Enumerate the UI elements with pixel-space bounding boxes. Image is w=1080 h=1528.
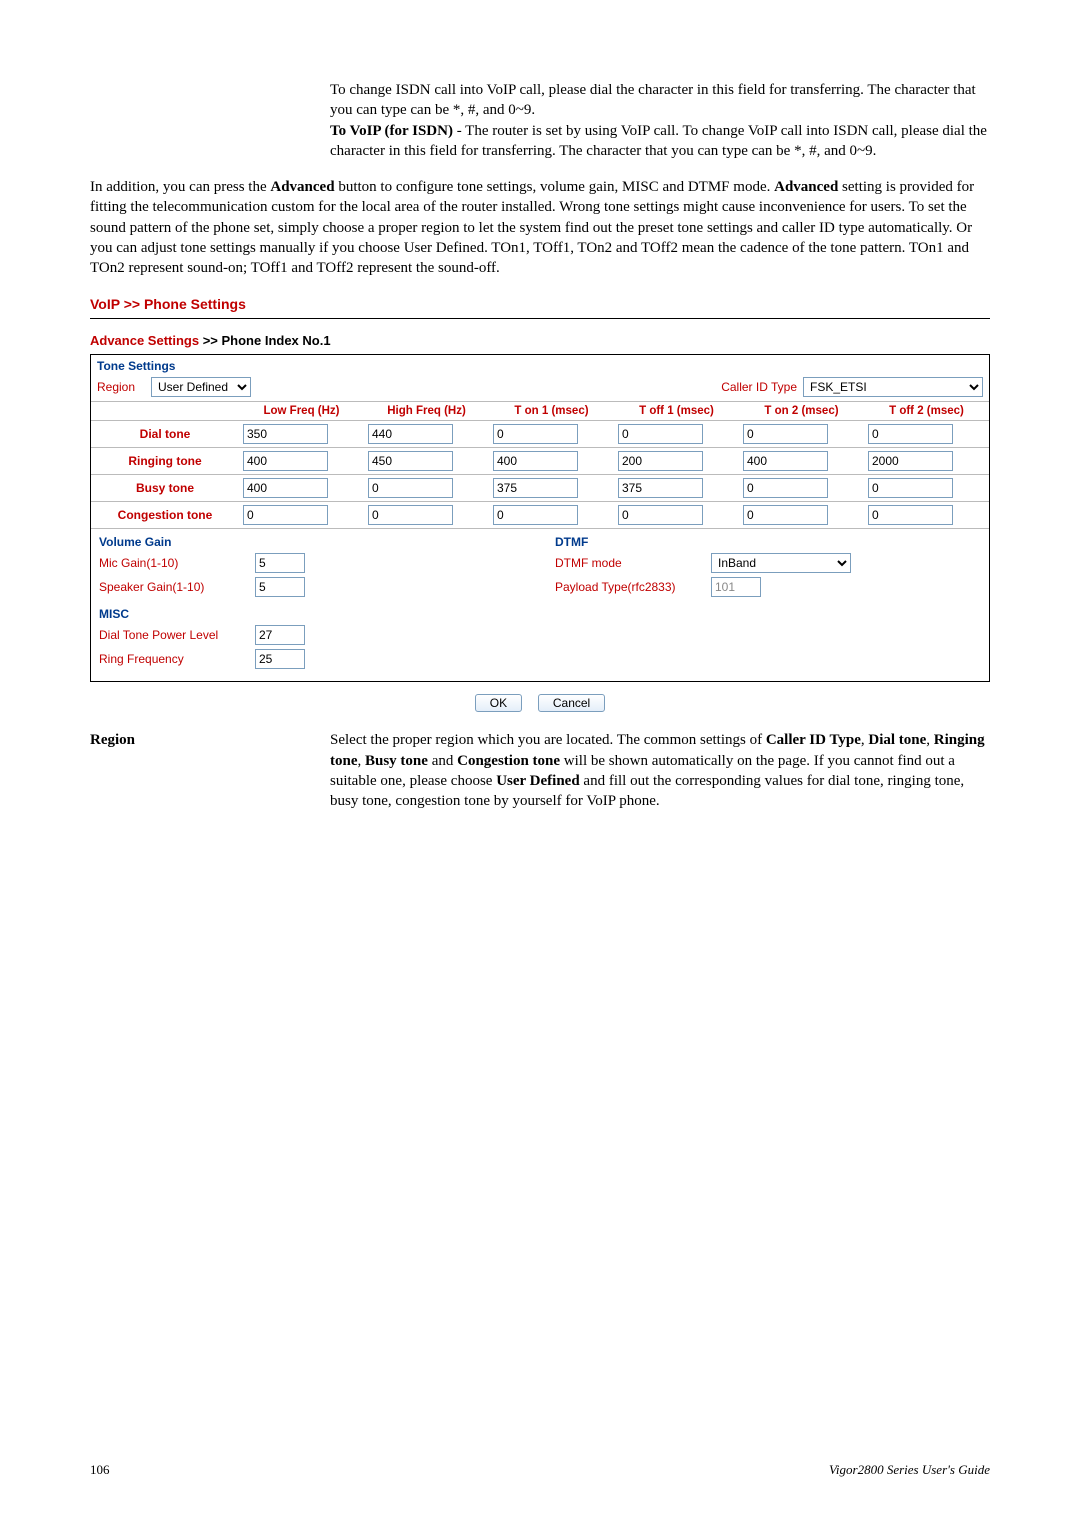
ring-toff1[interactable] bbox=[618, 451, 703, 471]
speaker-gain-input[interactable] bbox=[255, 577, 305, 597]
page-number: 106 bbox=[90, 1462, 110, 1478]
dial-tone-power-label: Dial Tone Power Level bbox=[99, 628, 249, 642]
dtmf-col: DTMF DTMF mode InBand Payload Type(rfc28… bbox=[555, 535, 981, 601]
busy-low[interactable] bbox=[243, 478, 328, 498]
cong-low[interactable] bbox=[243, 505, 328, 525]
th-high: High Freq (Hz) bbox=[364, 402, 489, 421]
cancel-button[interactable]: Cancel bbox=[538, 694, 605, 712]
ring-high[interactable] bbox=[368, 451, 453, 471]
misc-label: MISC bbox=[99, 607, 981, 621]
payload-label: Payload Type(rfc2833) bbox=[555, 580, 705, 594]
settings-panel: Tone Settings Region User Defined Caller… bbox=[90, 354, 990, 682]
table-row: Congestion tone bbox=[91, 502, 989, 529]
th-toff1: T off 1 (msec) bbox=[614, 402, 739, 421]
region-term: Region bbox=[90, 730, 330, 811]
misc-section: MISC Dial Tone Power Level Ring Frequenc… bbox=[91, 603, 989, 681]
ok-button[interactable]: OK bbox=[475, 694, 522, 712]
cong-ton1[interactable] bbox=[493, 505, 578, 525]
volume-gain-label: Volume Gain bbox=[99, 535, 525, 549]
guide-name: Vigor2800 Series User's Guide bbox=[829, 1462, 990, 1478]
table-row: Busy tone bbox=[91, 475, 989, 502]
region-select[interactable]: User Defined bbox=[151, 377, 251, 397]
dial-ton2[interactable] bbox=[743, 424, 828, 444]
dial-high[interactable] bbox=[368, 424, 453, 444]
busy-toff1[interactable] bbox=[618, 478, 703, 498]
dtmf-label: DTMF bbox=[555, 535, 981, 549]
busy-ton2[interactable] bbox=[743, 478, 828, 498]
ring-freq-label: Ring Frequency bbox=[99, 652, 249, 666]
tone-table: Low Freq (Hz) High Freq (Hz) T on 1 (mse… bbox=[91, 401, 989, 528]
busy-ton1[interactable] bbox=[493, 478, 578, 498]
mic-gain-label: Mic Gain(1-10) bbox=[99, 556, 249, 570]
table-row: Ringing tone bbox=[91, 448, 989, 475]
dial-tone-power-input[interactable] bbox=[255, 625, 305, 645]
th-low: Low Freq (Hz) bbox=[239, 402, 364, 421]
busy-toff2[interactable] bbox=[868, 478, 953, 498]
intro-block: To change ISDN call into VoIP call, plea… bbox=[330, 80, 990, 161]
th-toff2: T off 2 (msec) bbox=[864, 402, 989, 421]
region-def: Select the proper region which you are l… bbox=[330, 730, 990, 811]
th-ton1: T on 1 (msec) bbox=[489, 402, 614, 421]
ring-toff2[interactable] bbox=[868, 451, 953, 471]
divider bbox=[90, 318, 990, 319]
page-title: VoIP >> Phone Settings bbox=[90, 296, 990, 312]
region-definition: Region Select the proper region which yo… bbox=[90, 730, 990, 811]
speaker-gain-label: Speaker Gain(1-10) bbox=[99, 580, 249, 594]
dial-toff2[interactable] bbox=[868, 424, 953, 444]
payload-input bbox=[711, 577, 761, 597]
ring-ton1[interactable] bbox=[493, 451, 578, 471]
cong-high[interactable] bbox=[368, 505, 453, 525]
table-row: Dial tone bbox=[91, 421, 989, 448]
intro-p1a: To change ISDN call into VoIP call, plea… bbox=[330, 82, 976, 118]
cong-toff2[interactable] bbox=[868, 505, 953, 525]
intro-p1b-bold: To VoIP (for ISDN) bbox=[330, 123, 453, 139]
dial-toff1[interactable] bbox=[618, 424, 703, 444]
volume-gain-col: Volume Gain Mic Gain(1-10) Speaker Gain(… bbox=[99, 535, 525, 601]
caller-id-select[interactable]: FSK_ETSI bbox=[803, 377, 983, 397]
body-paragraph: In addition, you can press the Advanced … bbox=[90, 177, 990, 278]
dial-ton1[interactable] bbox=[493, 424, 578, 444]
dtmf-mode-label: DTMF mode bbox=[555, 556, 705, 570]
caller-id-label: Caller ID Type bbox=[721, 380, 797, 394]
region-row: Region User Defined Caller ID Type FSK_E… bbox=[91, 373, 989, 401]
mic-gain-input[interactable] bbox=[255, 553, 305, 573]
th-ton2: T on 2 (msec) bbox=[739, 402, 864, 421]
busy-high[interactable] bbox=[368, 478, 453, 498]
dial-low[interactable] bbox=[243, 424, 328, 444]
dtmf-mode-select[interactable]: InBand bbox=[711, 553, 851, 573]
cong-toff1[interactable] bbox=[618, 505, 703, 525]
cong-ton2[interactable] bbox=[743, 505, 828, 525]
advance-settings-header: Advance Settings >> Phone Index No.1 bbox=[90, 333, 990, 348]
ring-low[interactable] bbox=[243, 451, 328, 471]
tone-settings-label: Tone Settings bbox=[91, 355, 989, 373]
ring-freq-input[interactable] bbox=[255, 649, 305, 669]
region-label: Region bbox=[97, 380, 145, 394]
footer: 106 Vigor2800 Series User's Guide bbox=[90, 1462, 990, 1478]
ring-ton2[interactable] bbox=[743, 451, 828, 471]
